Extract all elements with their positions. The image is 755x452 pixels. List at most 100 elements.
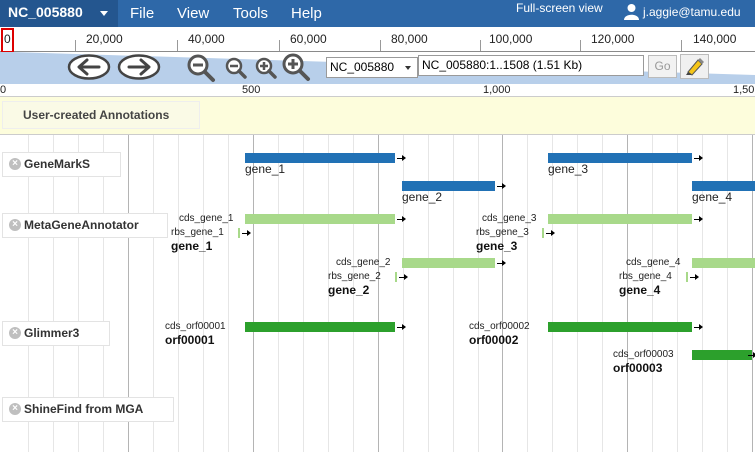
feature-label: cds_gene_4 [626, 257, 681, 268]
feature-label: cds_orf00003 [613, 349, 674, 360]
feature-label: rbs_gene_2 [328, 271, 381, 282]
feature-label: cds_gene_3 [482, 213, 537, 224]
feature-name: gene_4 [619, 283, 661, 297]
close-icon[interactable]: × [9, 158, 21, 170]
menu-tools[interactable]: Tools [233, 5, 268, 22]
reference-select[interactable]: NC_005880 [326, 57, 418, 78]
menu-help[interactable]: Help [291, 5, 322, 22]
scale-tick: 500 [242, 84, 261, 96]
feature-name: gene_1 [171, 239, 213, 253]
zoom-in-icon[interactable] [254, 56, 278, 80]
track-name: MetaGeneAnnotator [24, 218, 139, 232]
reference-select-value: NC_005880 [330, 60, 395, 74]
overview-tick-line [177, 40, 178, 51]
overview-tick: 40,000 [188, 32, 225, 46]
pan-left-button[interactable] [67, 54, 111, 80]
chevron-down-icon[interactable] [405, 66, 411, 70]
overview-tick: 20,000 [86, 32, 123, 46]
reference-name[interactable]: NC_005880 [8, 4, 83, 20]
overview-tick: 80,000 [391, 32, 428, 46]
strand-arrow-icon [397, 324, 406, 330]
feature-cds[interactable] [692, 350, 752, 360]
strand-arrow-icon [397, 216, 406, 222]
go-button[interactable]: Go [648, 55, 677, 78]
track-label-glimmer3: × Glimmer3 [2, 321, 110, 346]
track-name: ShineFind from MGA [24, 402, 144, 416]
pan-right-button[interactable] [117, 54, 161, 80]
feature-label: gene_1 [245, 162, 286, 176]
overview-tick-line [681, 40, 682, 51]
track-name: GeneMarkS [24, 157, 91, 171]
feature-label: rbs_gene_3 [476, 227, 529, 238]
location-input[interactable]: NC_005880:1..1508 (1.51 Kb) [418, 55, 644, 76]
feature-cds[interactable] [548, 322, 692, 332]
feature-label: gene_2 [402, 190, 443, 204]
feature-name: orf00003 [613, 361, 663, 375]
feature-label: cds_orf00001 [165, 321, 226, 332]
track-label-shinefind: × ShineFind from MGA [2, 397, 174, 422]
overview-tick: 100,000 [489, 32, 533, 46]
feature-name: gene_2 [328, 283, 370, 297]
user-annotations-label: User-created Annotations [23, 108, 170, 122]
strand-arrow-icon [694, 216, 703, 222]
strand-arrow-icon [694, 155, 703, 161]
feature-rbs[interactable] [542, 228, 544, 238]
feature-cds[interactable] [548, 214, 692, 224]
user-menu[interactable]: j.aggie@tamu.edu [643, 5, 741, 19]
close-icon[interactable]: × [9, 219, 21, 231]
overview-tick-line [279, 40, 280, 51]
track-label-genemarks: × GeneMarkS [2, 152, 121, 177]
user-icon[interactable] [624, 3, 639, 20]
overview-tick: 60,000 [290, 32, 327, 46]
strand-arrow-icon [397, 155, 406, 161]
strand-arrow-icon [546, 230, 555, 236]
strand-arrow-icon [694, 324, 703, 330]
highlighter-icon[interactable] [680, 54, 709, 79]
feature-label: rbs_gene_1 [171, 227, 224, 238]
overview-tick-line [480, 40, 481, 51]
zoom-out-large-icon[interactable] [186, 53, 216, 83]
strand-arrow-icon [497, 260, 506, 266]
feature-cds[interactable] [245, 214, 395, 224]
feature-cds[interactable] [692, 258, 755, 268]
zoom-in-large-icon[interactable] [281, 52, 311, 82]
scale-tick: 1,50 [733, 84, 755, 96]
strand-arrow-icon [242, 230, 251, 236]
overview-location-marker[interactable] [1, 28, 14, 53]
strand-arrow-icon [690, 274, 699, 280]
fullscreen-link[interactable]: Full-screen view [516, 1, 603, 15]
strand-arrow-icon [399, 274, 408, 280]
feature-name: orf00002 [469, 333, 519, 347]
feature-label: gene_4 [692, 190, 733, 204]
track-name: Glimmer3 [24, 326, 80, 340]
menu-file[interactable]: File [130, 5, 154, 22]
track-label-metageneannotator: × MetaGeneAnnotator [2, 213, 168, 238]
strand-arrow-icon [497, 183, 506, 189]
overview-tick-line [580, 40, 581, 51]
feature-rbs[interactable] [395, 272, 397, 282]
close-icon[interactable]: × [9, 327, 21, 339]
feature-rbs[interactable] [686, 272, 688, 282]
scale-tick: 0 [0, 84, 7, 96]
feature-rbs[interactable] [238, 228, 240, 238]
location-value: NC_005880:1..1508 (1.51 Kb) [422, 58, 583, 72]
feature-cds[interactable] [245, 322, 395, 332]
feature-label: cds_gene_2 [336, 257, 391, 268]
feature-label: gene_3 [548, 162, 589, 176]
chevron-down-icon[interactable] [100, 11, 108, 16]
overview-tick: 120,000 [591, 32, 635, 46]
overview-tick-line [380, 40, 381, 51]
zoom-out-icon[interactable] [224, 56, 248, 80]
feature-label: cds_gene_1 [179, 213, 234, 224]
feature-name: orf00001 [165, 333, 215, 347]
scale-bar [0, 84, 755, 97]
feature-cds[interactable] [402, 258, 495, 268]
strand-arrow-icon [748, 352, 755, 358]
feature-label: cds_orf00002 [469, 321, 530, 332]
feature-name: gene_3 [476, 239, 518, 253]
overview-tick-line [75, 40, 76, 51]
close-icon[interactable]: × [9, 403, 21, 415]
overview-tick: 140,000 [693, 32, 737, 46]
scale-tick: 1,000 [483, 84, 511, 96]
menu-view[interactable]: View [177, 5, 209, 22]
